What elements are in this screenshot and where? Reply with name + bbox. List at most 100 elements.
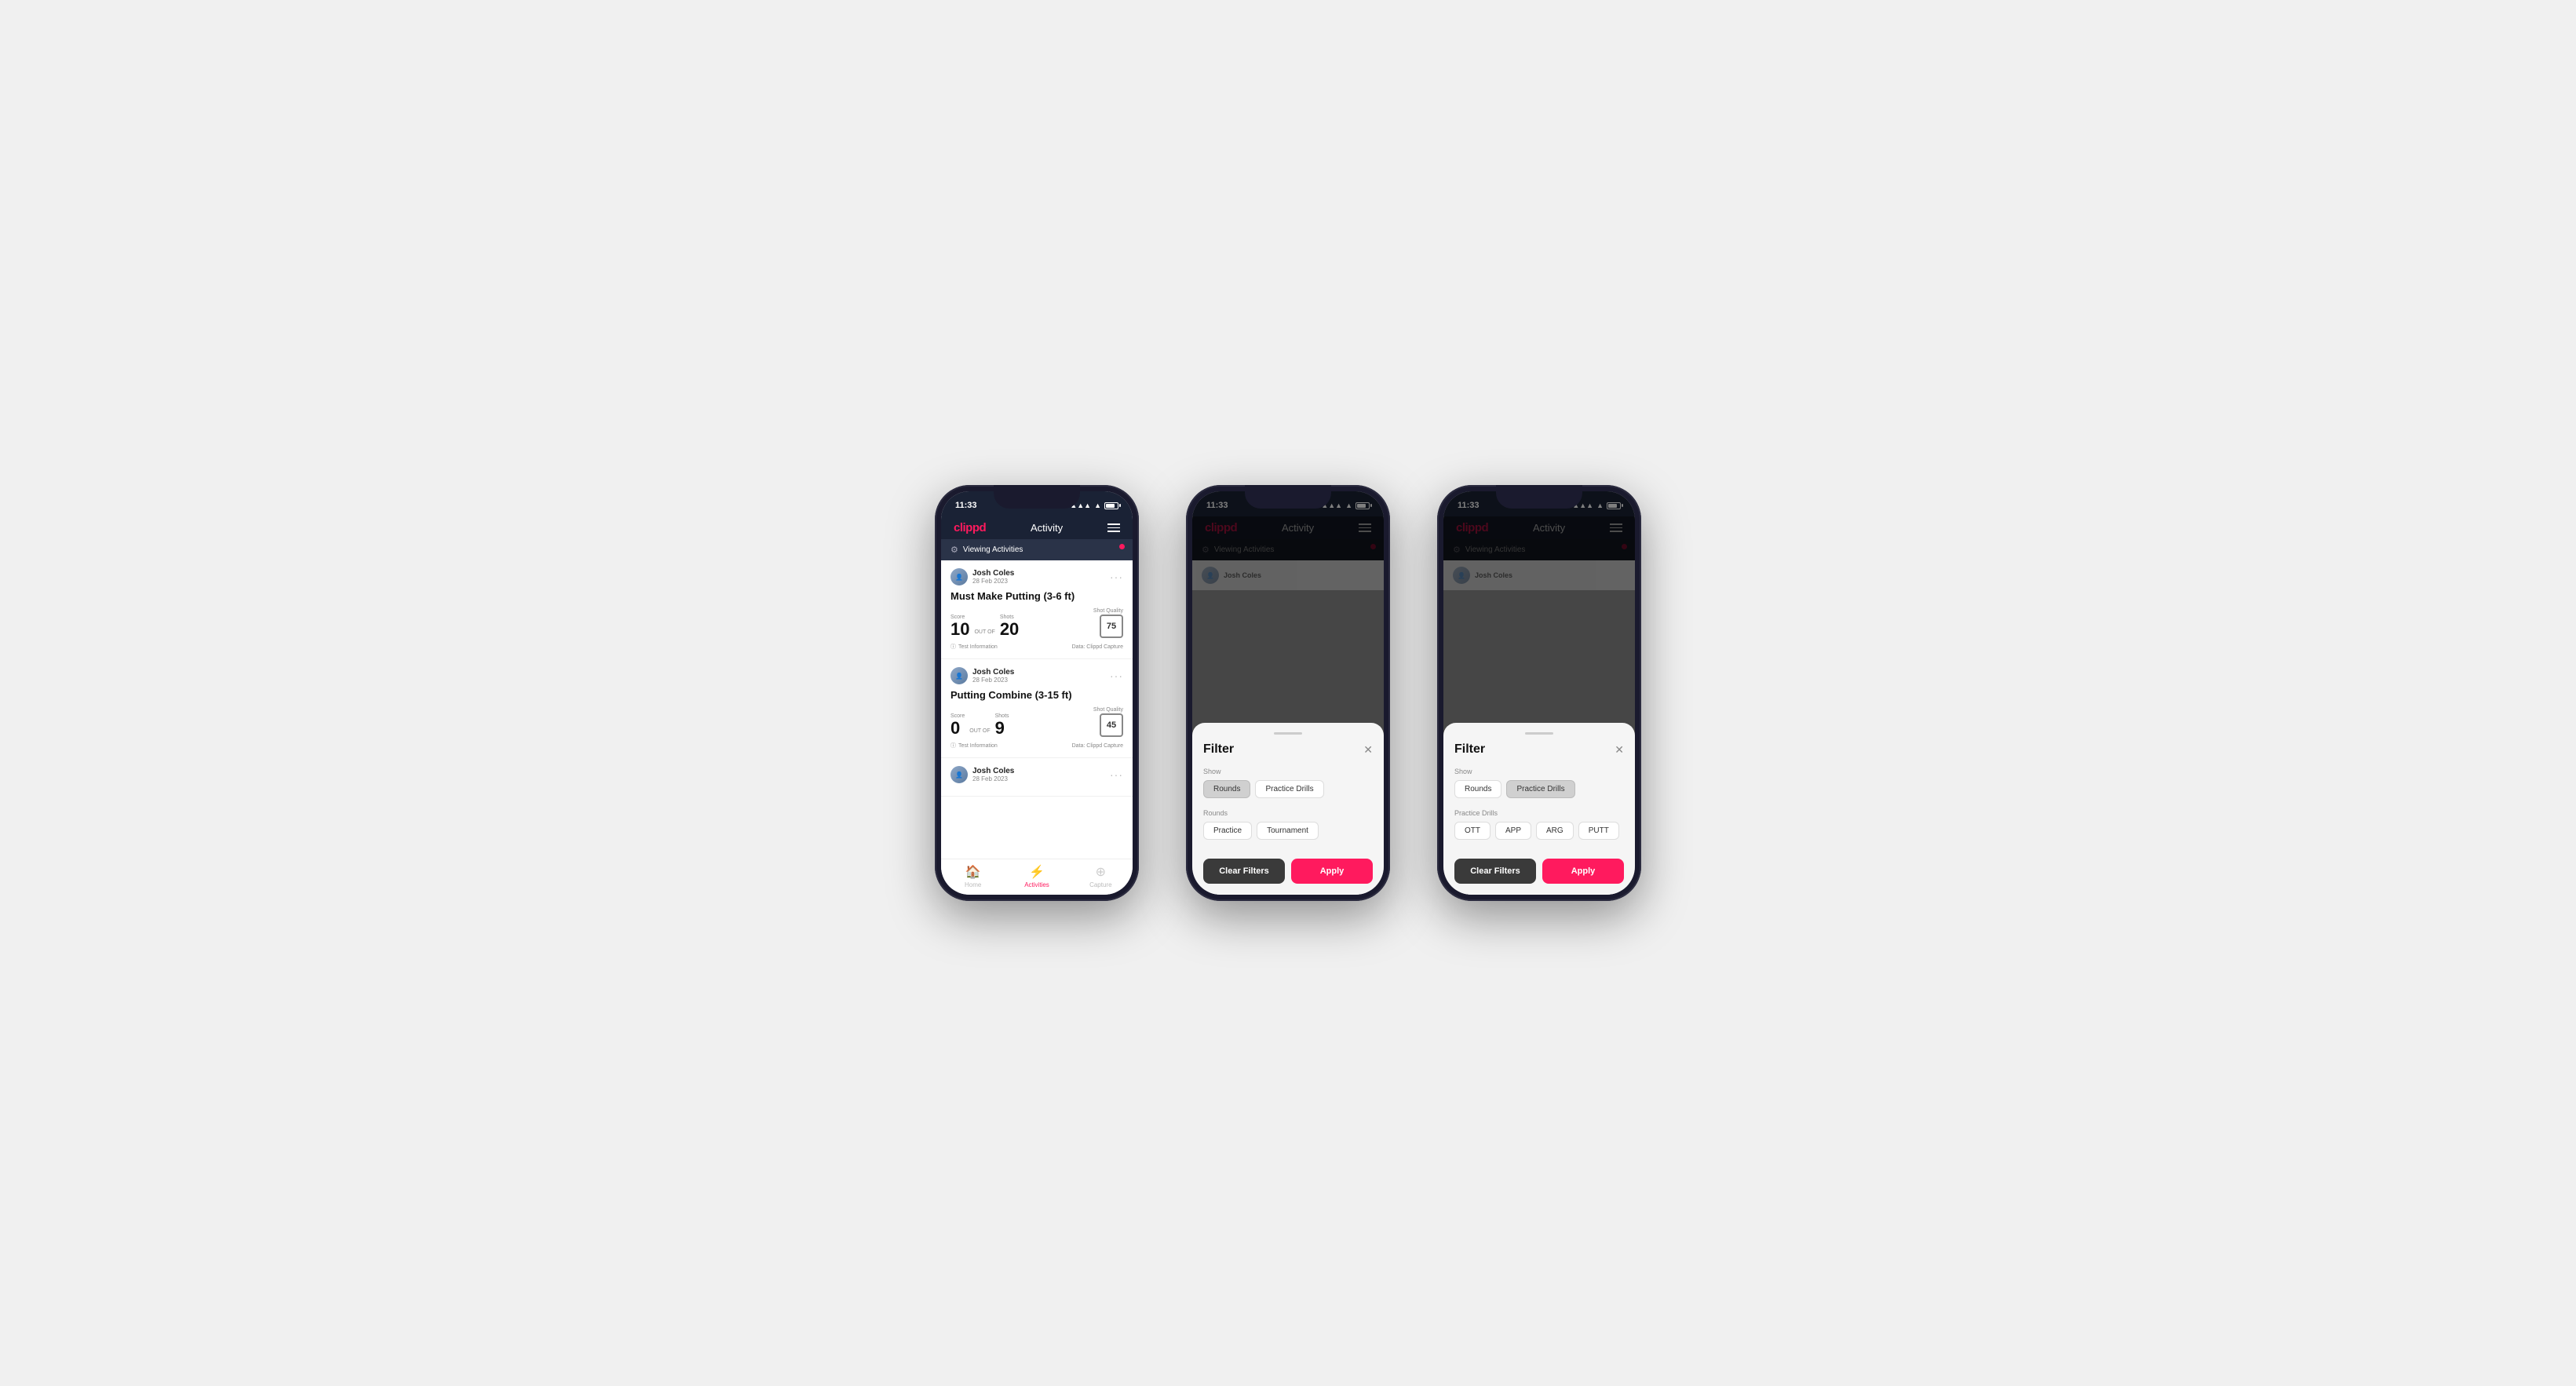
stats-row-2: Score 0 OUT OF Shots 9 Shot Quality 45 bbox=[950, 707, 1123, 737]
activity-title-1: Must Make Putting (3-6 ft) bbox=[950, 590, 1123, 602]
test-info-1: ⓘ Test Information bbox=[950, 643, 998, 651]
filter-modal-3: Filter ✕ Show Rounds Practice Drills Pra… bbox=[1443, 723, 1635, 895]
hamburger-menu-1[interactable] bbox=[1107, 523, 1120, 532]
out-of-2: OUT OF bbox=[969, 728, 990, 734]
dots-menu-3[interactable]: ··· bbox=[1110, 768, 1123, 781]
status-icons-1: ▲▲▲ ▲ bbox=[1070, 502, 1118, 509]
phone-1-screen: 11:33 ▲▲▲ ▲ clippd Activity ⚙ Viewing Ac… bbox=[941, 491, 1133, 895]
tab-activities[interactable]: ⚡ Activities bbox=[1005, 864, 1068, 888]
user-date-3: 28 Feb 2023 bbox=[972, 775, 1014, 782]
viewing-banner-1[interactable]: ⚙ Viewing Activities bbox=[941, 539, 1133, 560]
filter-drill-buttons-3: OTT APP ARG PUTT bbox=[1454, 822, 1624, 840]
notification-dot-1 bbox=[1119, 544, 1125, 549]
user-name-2: Josh Coles bbox=[972, 668, 1014, 677]
home-icon: 🏠 bbox=[965, 864, 981, 880]
ott-button-3[interactable]: OTT bbox=[1454, 822, 1491, 840]
user-name-1: Josh Coles bbox=[972, 569, 1014, 578]
tournament-round-button-2[interactable]: Tournament bbox=[1257, 822, 1319, 840]
clear-filters-button-2[interactable]: Clear Filters bbox=[1203, 859, 1285, 884]
app-button-3[interactable]: APP bbox=[1495, 822, 1531, 840]
activities-icon: ⚡ bbox=[1029, 864, 1045, 880]
activity-header-2: 👤 Josh Coles 28 Feb 2023 ··· bbox=[950, 667, 1123, 684]
score-block-1: Score 10 bbox=[950, 615, 969, 638]
shot-quality-label-1: Shot Quality bbox=[1093, 608, 1123, 614]
status-time-1: 11:33 bbox=[955, 501, 977, 510]
tab-capture-label: Capture bbox=[1089, 881, 1111, 888]
apply-button-3[interactable]: Apply bbox=[1542, 859, 1624, 884]
apply-button-2[interactable]: Apply bbox=[1291, 859, 1373, 884]
rounds-button-3[interactable]: Rounds bbox=[1454, 780, 1501, 798]
activity-footer-2: ⓘ Test Information Data: Clippd Capture bbox=[950, 742, 1123, 750]
filter-show-buttons-3: Rounds Practice Drills bbox=[1454, 780, 1624, 798]
wifi-icon: ▲ bbox=[1094, 502, 1101, 509]
putt-button-3[interactable]: PUTT bbox=[1578, 822, 1619, 840]
user-date-2: 28 Feb 2023 bbox=[972, 677, 1014, 684]
data-source-1: Data: Clippd Capture bbox=[1072, 644, 1123, 650]
shot-quality-badge-1: 75 bbox=[1100, 615, 1123, 638]
arg-button-3[interactable]: ARG bbox=[1536, 822, 1574, 840]
filter-title-3: Filter bbox=[1454, 742, 1485, 757]
nav-title-1: Activity bbox=[1031, 522, 1063, 534]
filter-show-label-3: Show bbox=[1454, 768, 1624, 775]
tab-home-label: Home bbox=[965, 881, 981, 888]
filter-show-section-3: Show Rounds Practice Drills bbox=[1454, 768, 1624, 798]
tab-capture[interactable]: ⊕ Capture bbox=[1069, 864, 1133, 888]
activity-header-1: 👤 Josh Coles 28 Feb 2023 ··· bbox=[950, 568, 1123, 585]
filter-header-3: Filter ✕ bbox=[1454, 742, 1624, 757]
out-of-1: OUT OF bbox=[974, 629, 994, 635]
test-info-2: ⓘ Test Information bbox=[950, 742, 998, 750]
tab-home[interactable]: 🏠 Home bbox=[941, 864, 1005, 888]
filter-rounds-section-2: Rounds Practice Tournament bbox=[1203, 809, 1373, 840]
activity-footer-1: ⓘ Test Information Data: Clippd Capture bbox=[950, 643, 1123, 651]
avatar-img-2: 👤 bbox=[950, 667, 968, 684]
activity-header-3: 👤 Josh Coles 28 Feb 2023 ··· bbox=[950, 766, 1123, 783]
rounds-button-2[interactable]: Rounds bbox=[1203, 780, 1250, 798]
phone-3-screen: 11:33 ▲▲▲ ▲ clippd Activity ⚙ Viewing Ac… bbox=[1443, 491, 1635, 895]
shots-block-2: Shots 9 bbox=[995, 713, 1009, 737]
filter-overlay-2: Filter ✕ Show Rounds Practice Drills Rou… bbox=[1192, 491, 1384, 895]
filter-drills-label-3: Practice Drills bbox=[1454, 809, 1624, 817]
filter-show-label-2: Show bbox=[1203, 768, 1373, 775]
practice-round-button-2[interactable]: Practice bbox=[1203, 822, 1252, 840]
activity-title-2: Putting Combine (3-15 ft) bbox=[950, 689, 1123, 701]
tab-activities-label: Activities bbox=[1024, 881, 1049, 888]
dots-menu-2[interactable]: ··· bbox=[1110, 669, 1123, 682]
filter-round-buttons-2: Practice Tournament bbox=[1203, 822, 1373, 840]
filter-show-buttons-2: Rounds Practice Drills bbox=[1203, 780, 1373, 798]
shot-quality-label-2: Shot Quality bbox=[1093, 707, 1123, 713]
stats-row-1: Score 10 OUT OF Shots 20 Shot Quality 75 bbox=[950, 608, 1123, 638]
filter-header-2: Filter ✕ bbox=[1203, 742, 1373, 757]
filter-handle-2 bbox=[1274, 732, 1302, 735]
phones-container: 11:33 ▲▲▲ ▲ clippd Activity ⚙ Viewing Ac… bbox=[935, 485, 1641, 901]
filter-rounds-label-2: Rounds bbox=[1203, 809, 1373, 817]
filter-show-section-2: Show Rounds Practice Drills bbox=[1203, 768, 1373, 798]
user-info-1: 👤 Josh Coles 28 Feb 2023 bbox=[950, 568, 1014, 585]
clear-filters-button-3[interactable]: Clear Filters bbox=[1454, 859, 1536, 884]
activity-item-3: 👤 Josh Coles 28 Feb 2023 ··· bbox=[941, 758, 1133, 797]
capture-icon: ⊕ bbox=[1096, 864, 1106, 880]
filter-icon-1: ⚙ bbox=[950, 545, 958, 555]
filter-close-button-3[interactable]: ✕ bbox=[1615, 743, 1624, 757]
phone-3: 11:33 ▲▲▲ ▲ clippd Activity ⚙ Viewing Ac… bbox=[1437, 485, 1641, 901]
dots-menu-1[interactable]: ··· bbox=[1110, 571, 1123, 583]
practice-drills-button-2[interactable]: Practice Drills bbox=[1255, 780, 1323, 798]
avatar-img-3: 👤 bbox=[950, 766, 968, 783]
practice-drills-button-3[interactable]: Practice Drills bbox=[1506, 780, 1574, 798]
shots-block-1: Shots 20 bbox=[1000, 615, 1019, 638]
filter-modal-2: Filter ✕ Show Rounds Practice Drills Rou… bbox=[1192, 723, 1384, 895]
avatar-1: 👤 bbox=[950, 568, 968, 585]
avatar-img-1: 👤 bbox=[950, 568, 968, 585]
signal-icon: ▲▲▲ bbox=[1070, 502, 1091, 509]
activity-list-1: 👤 Josh Coles 28 Feb 2023 ··· Must Make P… bbox=[941, 560, 1133, 859]
filter-handle-3 bbox=[1525, 732, 1553, 735]
phone-2: 11:33 ▲▲▲ ▲ clippd Activity ⚙ Viewing Ac… bbox=[1186, 485, 1390, 901]
activity-item-1: 👤 Josh Coles 28 Feb 2023 ··· Must Make P… bbox=[941, 560, 1133, 659]
battery-icon bbox=[1104, 502, 1118, 509]
user-date-1: 28 Feb 2023 bbox=[972, 578, 1014, 585]
avatar-2: 👤 bbox=[950, 667, 968, 684]
nav-bar-1: clippd Activity bbox=[941, 516, 1133, 539]
score-block-2: Score 0 bbox=[950, 713, 965, 737]
filter-close-button-2[interactable]: ✕ bbox=[1363, 743, 1373, 757]
phone-2-screen: 11:33 ▲▲▲ ▲ clippd Activity ⚙ Viewing Ac… bbox=[1192, 491, 1384, 895]
shot-quality-badge-2: 45 bbox=[1100, 713, 1123, 737]
